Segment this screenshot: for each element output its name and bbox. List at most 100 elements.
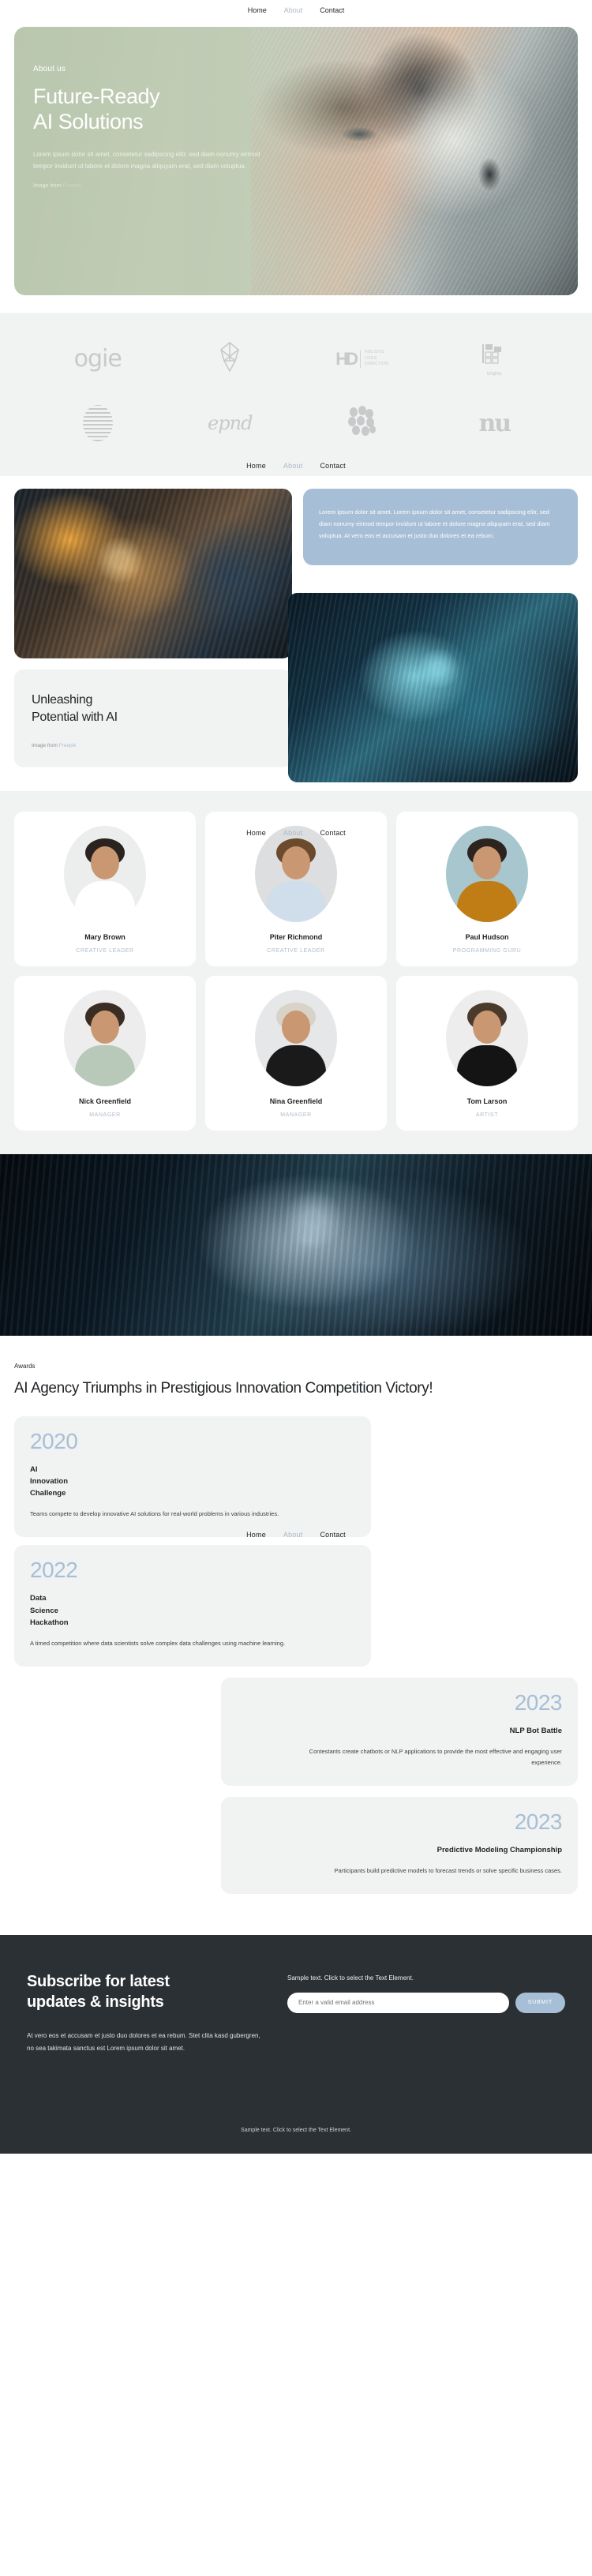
epnd-wordmark: epnd bbox=[208, 412, 253, 434]
striped-oval-icon bbox=[82, 405, 113, 441]
hd-sub-2: LIFES bbox=[365, 355, 377, 361]
award-card: 2020 AI Innovation Challenge Teams compete t… bbox=[14, 1415, 371, 1538]
nav-item-home[interactable]: Home bbox=[246, 829, 266, 837]
awards-section: Awards AI Agency Triumphs in Prestigious… bbox=[0, 1336, 592, 1914]
hero-content: About us Future-Ready AI Solutions Lorem… bbox=[14, 27, 275, 189]
footer-title: Subscribe for latest updates & insights bbox=[27, 1971, 264, 2012]
nav-item-contact[interactable]: Contact bbox=[320, 1531, 345, 1539]
nav-item-about[interactable]: About bbox=[283, 829, 303, 837]
brighto-blocks-icon bbox=[482, 343, 502, 364]
avatar bbox=[255, 826, 337, 923]
email-input[interactable] bbox=[287, 1992, 509, 2013]
avatar-body bbox=[75, 1045, 135, 1087]
footer-bottom-text: Sample text. Click to select the Text El… bbox=[241, 2127, 351, 2133]
robot-thinker-image bbox=[14, 489, 292, 658]
footer-row: Subscribe for latest updates & insights … bbox=[27, 1971, 565, 2055]
team-member-card[interactable]: Nick Greenfield MANAGER bbox=[14, 976, 196, 1131]
hero-credit-prefix: Image from bbox=[33, 183, 63, 189]
nav-item-contact[interactable]: Contact bbox=[320, 6, 344, 14]
flower-icon bbox=[220, 341, 240, 373]
team-member-role: MANAGER bbox=[280, 1112, 312, 1119]
nav-item-home[interactable]: Home bbox=[248, 6, 267, 14]
team-member-card[interactable]: Nina Greenfield MANAGER bbox=[205, 976, 387, 1131]
logo-nu: nu bbox=[478, 409, 511, 437]
avatar bbox=[255, 990, 337, 1087]
logo-epnd: epnd bbox=[208, 412, 253, 434]
award-name-line-3: Hackathon bbox=[30, 1618, 69, 1627]
nav-item-contact[interactable]: Contact bbox=[320, 829, 345, 837]
team-member-name: Piter Richmond bbox=[269, 933, 323, 942]
award-name-line-2: Science bbox=[30, 1606, 58, 1615]
award-card: 2023 NLP Bot Battle Contestants create cha… bbox=[221, 1677, 578, 1786]
award-name-line-1: AI bbox=[30, 1464, 38, 1474]
unleashing-credit-link[interactable]: Freepik bbox=[59, 743, 77, 748]
blue-text-card: Lorem ipsum dolor sit amet. Lorem ipsum … bbox=[303, 489, 578, 565]
split-section: Lorem ipsum dolor sit amet. Lorem ipsum … bbox=[0, 476, 592, 782]
team-member-role: CREATIVE LEADER bbox=[76, 948, 134, 954]
logo-hd: HD HOLISTIC LIFES DIRECTION bbox=[335, 349, 388, 369]
logo-dots bbox=[345, 405, 380, 441]
unleashing-line-2: Potential with AI bbox=[32, 710, 118, 724]
hd-divider bbox=[360, 350, 362, 368]
award-name: NLP Bot Battle bbox=[237, 1725, 562, 1737]
avatar-body bbox=[75, 881, 135, 923]
nav-item-home[interactable]: Home bbox=[246, 462, 266, 470]
team-member-name: Paul Hudson bbox=[465, 933, 509, 942]
avatar bbox=[64, 990, 146, 1087]
hero-title-line-2: AI Solutions bbox=[33, 109, 144, 133]
hero-banner: About us Future-Ready AI Solutions Lorem… bbox=[14, 27, 578, 295]
award-description: Teams compete to develop innovative AI s… bbox=[30, 1510, 279, 1518]
avatar-head bbox=[473, 846, 501, 880]
award-card-gap bbox=[14, 1667, 578, 1678]
brighto-name: brighto bbox=[487, 371, 502, 377]
floating-navigation-team: Home About Contact bbox=[0, 829, 592, 837]
award-card: 2022 Data Science Hackathon A timed competit… bbox=[14, 1545, 371, 1667]
award-description: A timed competition where data scientist… bbox=[30, 1639, 286, 1647]
hero-image-credit: Image from Freepik bbox=[33, 183, 275, 189]
floating-navigation-awards: Home About Contact bbox=[14, 1531, 578, 1539]
subscribe-form: SUBMIT bbox=[287, 1992, 565, 2013]
nav-item-about[interactable]: About bbox=[284, 6, 303, 14]
nav-item-about[interactable]: About bbox=[283, 1531, 303, 1539]
hero-paragraph: Lorem ipsum dolor sit amet, consetetur s… bbox=[33, 150, 260, 170]
avatar-head bbox=[282, 1011, 310, 1044]
award-card-gap bbox=[14, 1786, 578, 1797]
unleashing-title: Unleashing Potential with AI bbox=[32, 692, 275, 726]
hero-title: Future-Ready AI Solutions bbox=[33, 84, 275, 135]
dots-cluster-icon bbox=[347, 405, 376, 436]
nav-item-home[interactable]: Home bbox=[246, 1531, 266, 1539]
hero-eyebrow: About us bbox=[33, 65, 66, 73]
logos-section: ogie HD HOLISTIC LIFES DIRECTION brighto… bbox=[0, 313, 592, 476]
award-description: Participants build predictive models to … bbox=[334, 1866, 562, 1874]
logo-striped-oval bbox=[82, 405, 113, 441]
awards-list: 2020 AI Innovation Challenge Teams compete t… bbox=[14, 1415, 578, 1894]
nav-item-about[interactable]: About bbox=[283, 462, 303, 470]
avatar bbox=[446, 826, 528, 923]
logo-grid: ogie HD HOLISTIC LIFES DIRECTION brighto… bbox=[32, 339, 560, 441]
hero-credit-link[interactable]: Freepik bbox=[62, 183, 81, 189]
team-member-name: Nina Greenfield bbox=[269, 1097, 323, 1106]
awards-eyebrow: Awards bbox=[14, 1363, 36, 1370]
floating-navigation-logos: Home About Contact bbox=[0, 462, 592, 470]
award-description: Contestants create chatbots or NLP appli… bbox=[309, 1747, 562, 1766]
footer-section: Subscribe for latest updates & insights … bbox=[0, 1934, 592, 2154]
team-member-name: Mary Brown bbox=[84, 933, 126, 942]
footer-paragraph: At vero eos et accusam et justo duo dolo… bbox=[27, 2031, 260, 2052]
nav-item-contact[interactable]: Contact bbox=[320, 462, 345, 470]
logo-ogie: ogie bbox=[74, 345, 122, 373]
footer-title-line-1: Subscribe for latest bbox=[27, 1972, 170, 1990]
ogie-wordmark: ogie bbox=[73, 345, 122, 373]
award-name: AI Innovation Challenge bbox=[30, 1464, 355, 1500]
avatar-body bbox=[457, 1045, 517, 1087]
nu-wordmark: nu bbox=[478, 409, 511, 437]
team-member-card[interactable]: Tom Larson ARTIST bbox=[396, 976, 578, 1131]
logo-brighto: brighto bbox=[481, 342, 508, 377]
submit-button[interactable]: SUBMIT bbox=[515, 1992, 565, 2013]
avatar-body bbox=[266, 881, 326, 923]
award-name: Predictive Modeling Championship bbox=[237, 1844, 562, 1856]
hd-mark: HD bbox=[335, 348, 358, 369]
team-member-role: ARTIST bbox=[475, 1112, 499, 1119]
team-member-name: Nick Greenfield bbox=[78, 1097, 132, 1106]
award-card: 2023 Predictive Modeling Championship Part… bbox=[221, 1796, 578, 1894]
unleashing-image-credit: Image from Freepik bbox=[32, 743, 275, 748]
